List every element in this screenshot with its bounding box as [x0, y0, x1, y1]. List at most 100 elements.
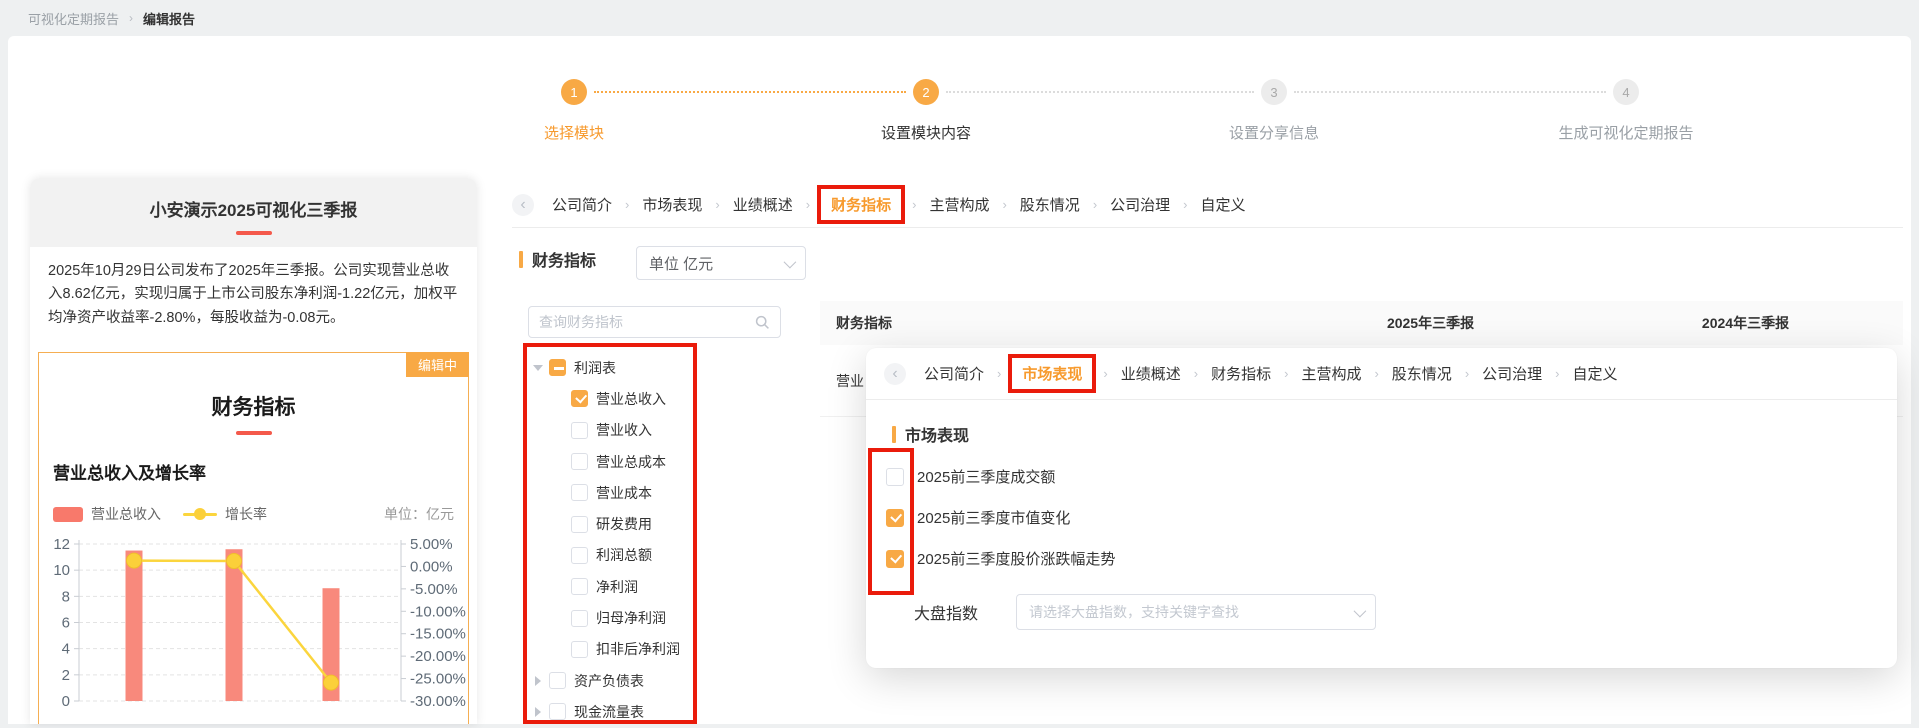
unit-select-value: 单位 亿元: [649, 253, 713, 274]
step-label-module-content[interactable]: 设置模块内容: [836, 122, 1016, 143]
option-market-cap-change[interactable]: 2025前三季度市值变化: [886, 497, 1897, 538]
tree-item-label: 净利润: [596, 577, 638, 597]
modal-tab-market-performance-active[interactable]: 市场表现: [1008, 354, 1096, 393]
tab-main-business[interactable]: 主营构成: [929, 194, 989, 215]
tree-item-net-profit[interactable]: 净利润: [531, 571, 693, 602]
financial-indicators-section-header: 财务指标: [519, 247, 596, 271]
checkbox-unchecked[interactable]: [571, 516, 588, 533]
chart-legend: 营业总收入 增长率 单位：亿元: [53, 504, 454, 524]
tab-company-profile[interactable]: 公司简介: [552, 194, 612, 215]
tree-item-total-revenue[interactable]: 营业总收入: [531, 383, 693, 414]
chevron-left-icon[interactable]: ‹: [512, 194, 534, 216]
tree-item-net-profit-deducted[interactable]: 扣非后净利润: [531, 634, 693, 665]
modal-tab-performance-overview[interactable]: 业绩概述: [1121, 363, 1181, 384]
option-label: 2025前三季度成交额: [917, 466, 1055, 487]
tab-governance[interactable]: 公司治理: [1110, 194, 1170, 215]
checkbox-unchecked[interactable]: [549, 672, 566, 689]
checkbox-unchecked[interactable]: [571, 641, 588, 658]
step-circle-3: 3: [1261, 79, 1287, 105]
highlight-box-indicator-tree: 利润表 营业总收入 营业收入 营业总成本 营业成本 研发费用 利润总额 净利润: [523, 343, 697, 724]
editing-module-box[interactable]: 编辑中 财务指标 营业总收入及增长率 营业总收入 增长率 单位：亿元 12108…: [38, 352, 469, 724]
chevron-down-icon: [784, 255, 797, 268]
svg-text:8: 8: [62, 588, 70, 605]
modal-tab-main-business[interactable]: 主营构成: [1301, 363, 1361, 384]
tab-separator: ›: [1103, 366, 1107, 381]
tree-item-revenue[interactable]: 营业收入: [531, 415, 693, 446]
option-label: 2025前三季度股价涨跌幅走势: [917, 548, 1115, 569]
breadcrumb-parent-link[interactable]: 可视化定期报告: [28, 9, 119, 28]
modal-tab-company-profile[interactable]: 公司简介: [924, 363, 984, 384]
section-accent-bar: [892, 426, 896, 443]
market-index-select[interactable]: 请选择大盘指数，支持关键字查找: [1016, 594, 1376, 630]
tree-item-rd-expense[interactable]: 研发费用: [531, 508, 693, 539]
tab-separator: ›: [1465, 366, 1469, 381]
modal-module-tabs: ‹ 公司简介› 市场表现› 业绩概述› 财务指标› 主营构成› 股东情况› 公司…: [866, 348, 1897, 400]
step-connector-3: [1294, 91, 1606, 93]
search-input[interactable]: [539, 314, 755, 330]
caret-right-icon[interactable]: [531, 707, 545, 717]
step-label-share-info: 设置分享信息: [1184, 122, 1364, 143]
market-options: 2025前三季度成交额 2025前三季度市值变化 2025前三季度股价涨跌幅走势: [866, 456, 1897, 579]
report-summary: 2025年10月29日公司发布了2025年三季报。公司实现营业总收入8.62亿元…: [30, 247, 477, 340]
tree-item-total-cost[interactable]: 营业总成本: [531, 446, 693, 477]
modal-tab-shareholders[interactable]: 股东情况: [1392, 363, 1452, 384]
option-price-trend[interactable]: 2025前三季度股价涨跌幅走势: [886, 538, 1897, 579]
tab-separator: ›: [806, 197, 810, 212]
svg-text:-15.00%: -15.00%: [410, 626, 466, 643]
indicator-search: [528, 306, 781, 338]
svg-text:6: 6: [62, 615, 70, 632]
breadcrumb-separator: ›: [129, 11, 133, 25]
caret-right-icon[interactable]: [531, 676, 545, 686]
market-index-label: 大盘指数: [914, 600, 978, 624]
checkbox-indeterminate[interactable]: [549, 359, 566, 376]
tab-shareholders[interactable]: 股东情况: [1020, 194, 1080, 215]
section-title-underline: [236, 431, 272, 435]
step-label-select-module[interactable]: 选择模块: [504, 122, 644, 143]
tab-financial-indicators-active[interactable]: 财务指标: [817, 185, 905, 224]
tree-item-balance-sheet[interactable]: 资产负债表: [531, 665, 693, 696]
svg-text:0.00%: 0.00%: [410, 558, 453, 575]
checkbox-unchecked[interactable]: [571, 484, 588, 501]
tree-item-label: 营业总成本: [596, 452, 666, 472]
option-turnover[interactable]: 2025前三季度成交额: [886, 456, 1897, 497]
table-row-label: 营业: [820, 371, 864, 391]
search-icon[interactable]: [755, 315, 770, 330]
tree-item-net-profit-parent[interactable]: 归母净利润: [531, 602, 693, 633]
tab-custom[interactable]: 自定义: [1201, 194, 1246, 215]
chevron-down-icon: [1354, 604, 1367, 617]
tab-separator: ›: [1194, 366, 1198, 381]
report-preview-card: 小安演示2025可视化三季报 2025年10月29日公司发布了2025年三季报。…: [30, 178, 477, 724]
chevron-left-icon[interactable]: ‹: [884, 363, 906, 385]
tree-item-operating-cost[interactable]: 营业成本: [531, 477, 693, 508]
modal-tab-custom[interactable]: 自定义: [1573, 363, 1618, 384]
step-connector-1: [594, 91, 906, 93]
tree-item-total-profit[interactable]: 利润总额: [531, 540, 693, 571]
editing-badge: 编辑中: [406, 352, 469, 377]
tab-performance-overview[interactable]: 业绩概述: [733, 194, 793, 215]
svg-text:-20.00%: -20.00%: [410, 648, 466, 665]
checkbox-unchecked[interactable]: [571, 453, 588, 470]
modal-tab-governance[interactable]: 公司治理: [1482, 363, 1542, 384]
step-circle-1: 1: [561, 79, 587, 105]
tab-separator: ›: [1555, 366, 1559, 381]
tree-item-label: 归母净利润: [596, 608, 666, 628]
checkbox-unchecked[interactable]: [571, 547, 588, 564]
checkbox-unchecked[interactable]: [571, 610, 588, 627]
tree-item-cash-flow[interactable]: 现金流量表: [531, 696, 693, 727]
breadcrumb-current: 编辑报告: [143, 9, 195, 28]
checkbox-checked[interactable]: [571, 390, 588, 407]
checkbox-unchecked[interactable]: [549, 703, 566, 720]
modal-section-title: 市场表现: [905, 422, 969, 446]
table-col-2024q3: 2024年三季报: [1588, 313, 1903, 333]
tree-item-income-statement[interactable]: 利润表: [531, 352, 693, 383]
checkbox-unchecked[interactable]: [571, 578, 588, 595]
revenue-growth-chart: 1210864205.00%0.00%-5.00%-10.00%-15.00%-…: [39, 532, 469, 722]
checkbox-unchecked[interactable]: [571, 422, 588, 439]
step-label-generate-report: 生成可视化定期报告: [1506, 122, 1746, 143]
caret-down-icon[interactable]: [531, 365, 545, 371]
tab-market-performance[interactable]: 市场表现: [642, 194, 702, 215]
svg-text:-30.00%: -30.00%: [410, 693, 466, 710]
section-accent-bar: [519, 251, 523, 268]
modal-tab-financial-indicators[interactable]: 财务指标: [1211, 363, 1271, 384]
unit-select[interactable]: 单位 亿元: [636, 246, 806, 280]
